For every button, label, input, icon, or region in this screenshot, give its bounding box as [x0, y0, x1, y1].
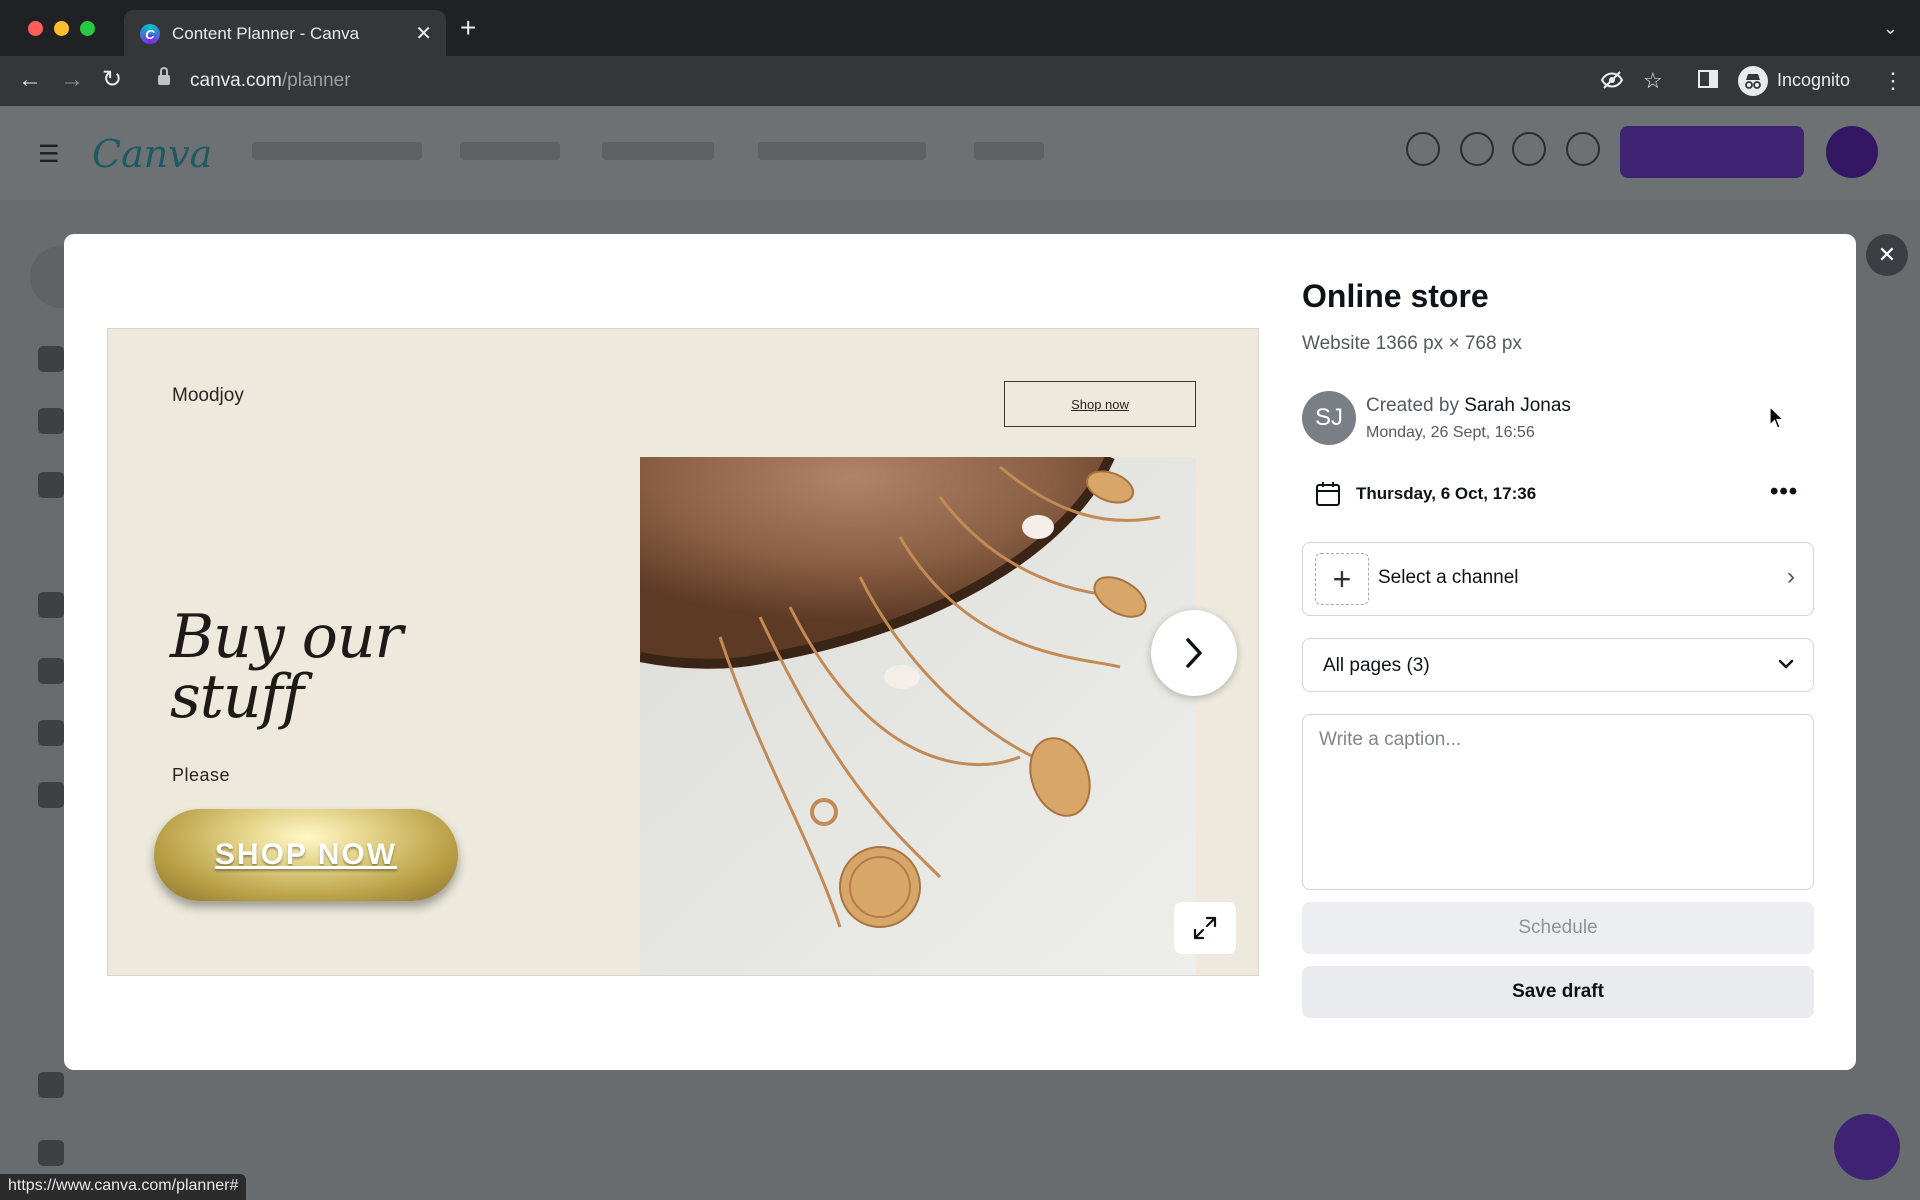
status-bar-url: https://www.canva.com/planner#	[0, 1174, 247, 1200]
expand-icon	[1193, 916, 1217, 940]
eye-off-icon[interactable]	[1600, 68, 1624, 98]
schedule-button[interactable]: Schedule	[1302, 902, 1814, 954]
preview-cta-label: SHOP NOW	[214, 838, 398, 871]
bookmark-star-icon[interactable]: ☆	[1643, 68, 1663, 94]
tab-search-chevron-icon[interactable]: ⌄	[1883, 18, 1898, 39]
calendar-icon[interactable]	[1314, 480, 1342, 513]
preview-brand-name: Moodjoy	[172, 385, 244, 406]
more-options-icon[interactable]: •••	[1770, 478, 1798, 506]
reload-icon[interactable]: ↻	[102, 66, 122, 94]
chevron-down-icon	[1777, 657, 1795, 676]
created-date: Monday, 26 Sept, 16:56	[1366, 424, 1535, 441]
canva-favicon-icon: C	[140, 24, 160, 44]
incognito-label: Incognito	[1777, 70, 1851, 90]
plus-icon: +	[1315, 553, 1369, 605]
created-by-text: Created by Sarah Jonas	[1366, 395, 1571, 417]
url-path: /planner	[281, 70, 351, 91]
side-panel-icon[interactable]	[1697, 68, 1719, 96]
design-title: Online store	[1302, 278, 1489, 314]
incognito-icon[interactable]	[1738, 66, 1768, 96]
expand-preview-button[interactable]	[1174, 902, 1236, 954]
new-tab-icon[interactable]: +	[460, 14, 476, 42]
preview-shop-now-button: SHOP NOW	[154, 809, 458, 901]
preview-shop-now-link: Shop now	[1004, 381, 1196, 427]
window-zoom-dot[interactable]	[80, 21, 95, 36]
tab-close-icon[interactable]: ✕	[415, 21, 432, 46]
next-page-button[interactable]	[1151, 610, 1237, 696]
back-arrow-icon[interactable]: ←	[18, 66, 42, 94]
scheduled-date[interactable]: Thursday, 6 Oct, 17:36	[1356, 484, 1536, 504]
pages-dropdown-value: All pages (3)	[1323, 655, 1430, 676]
forward-arrow-icon[interactable]: →	[60, 66, 84, 94]
design-preview: Moodjoy Shop now Buy our stuff Please SH…	[107, 328, 1259, 976]
chevron-right-icon	[1186, 638, 1202, 668]
created-by-prefix: Created by	[1366, 395, 1459, 416]
select-channel-button[interactable]: + Select a channel ›	[1302, 542, 1814, 616]
author-avatar: SJ	[1302, 391, 1356, 445]
browser-toolbar: ← → ↻ canva.com/planner ☆ ⋮	[0, 56, 1920, 106]
address-bar[interactable]: canva.com/planner	[190, 70, 351, 92]
design-dimensions: Website 1366 px × 768 px	[1302, 333, 1522, 354]
window-minimize-dot[interactable]	[54, 21, 69, 36]
browser-tab-bar: C Content Planner - Canva ✕ + ⌄	[0, 0, 1920, 56]
save-draft-button[interactable]: Save draft	[1302, 966, 1814, 1018]
pages-dropdown[interactable]: All pages (3)	[1302, 638, 1814, 692]
mouse-cursor-icon	[1769, 405, 1785, 435]
url-host: canva.com	[190, 70, 282, 91]
author-name: Sarah Jonas	[1464, 395, 1571, 416]
select-channel-label: Select a channel	[1378, 567, 1519, 588]
tab-title: Content Planner - Canva	[172, 24, 360, 43]
close-modal-button[interactable]: ✕	[1866, 234, 1908, 276]
window-close-dot[interactable]	[28, 21, 43, 36]
browser-tab[interactable]: C Content Planner - Canva ✕	[124, 10, 446, 56]
caption-input[interactable]	[1302, 714, 1814, 890]
preview-headline: Buy our stuff	[170, 602, 403, 732]
chevron-right-icon: ›	[1787, 563, 1795, 590]
lock-icon[interactable]	[158, 67, 170, 86]
preview-subline: Please	[172, 765, 231, 785]
browser-menu-icon[interactable]: ⋮	[1882, 68, 1904, 94]
close-icon: ✕	[1877, 242, 1897, 267]
necklace-photo	[640, 457, 1196, 975]
